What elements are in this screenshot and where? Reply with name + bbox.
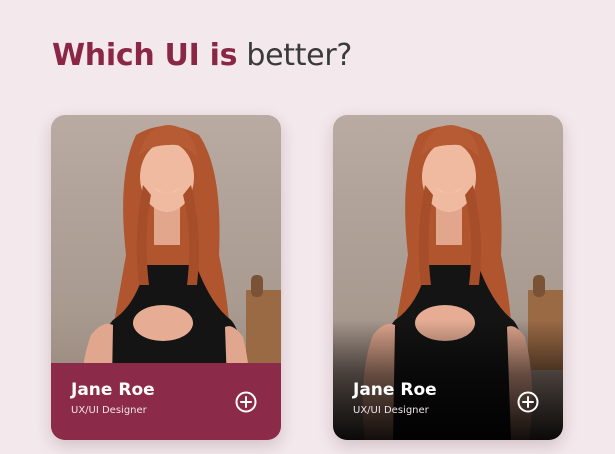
profile-name: Jane Roe xyxy=(353,380,437,400)
headline-accent: Which UI is xyxy=(52,38,238,73)
profile-card-gradient-footer[interactable]: Jane Roe UX/UI Designer xyxy=(333,115,563,440)
profile-role: UX/UI Designer xyxy=(353,405,429,416)
profile-card-solid-footer[interactable]: Jane Roe UX/UI Designer xyxy=(51,115,281,440)
profile-name: Jane Roe xyxy=(71,380,155,400)
profile-role: UX/UI Designer xyxy=(71,405,147,416)
headline-plain: better? xyxy=(237,38,353,73)
plus-circle-icon[interactable] xyxy=(517,391,539,413)
plus-circle-icon[interactable] xyxy=(235,391,257,413)
headline: Which UI is better? xyxy=(52,34,352,78)
